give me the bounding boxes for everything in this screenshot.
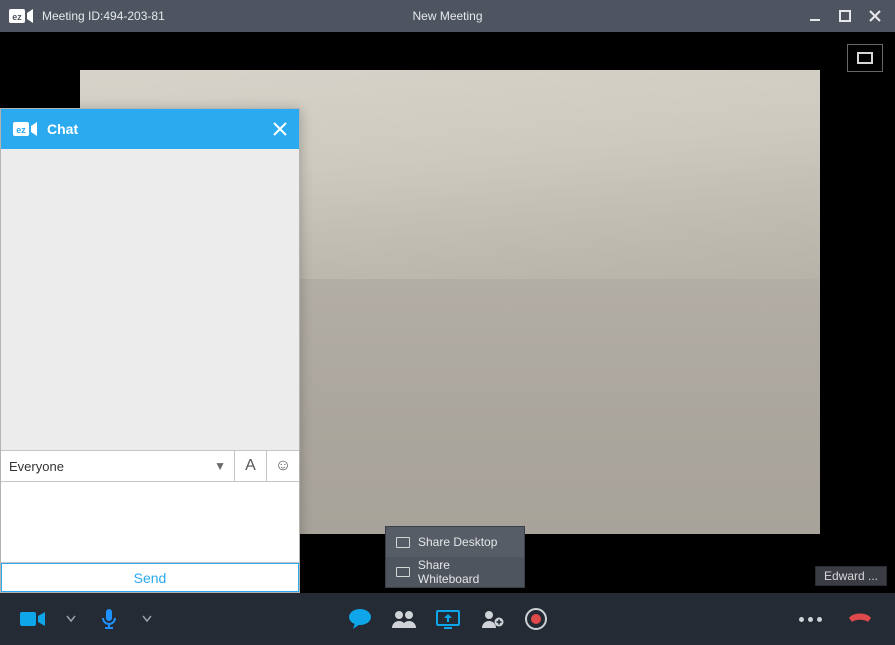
open-chat-button[interactable] [347,606,373,632]
svg-text:ez: ez [12,12,22,22]
chat-send-button[interactable]: Send [1,563,299,592]
fullscreen-button[interactable] [847,44,883,72]
share-whiteboard-item[interactable]: Share Whiteboard [386,557,524,587]
chat-recipient-dropdown[interactable]: Everyone ▼ [1,451,235,481]
chat-header: ez Chat [1,109,299,149]
share-desktop-item[interactable]: Share Desktop [386,527,524,557]
window-controls [807,8,883,24]
chat-send-row: Send [1,562,299,592]
share-desktop-label: Share Desktop [418,535,497,549]
emoji-icon: ☺ [275,457,291,475]
end-call-button[interactable] [847,606,873,632]
toolbar-center [347,606,549,632]
record-icon [525,608,547,630]
mic-options-caret[interactable] [134,606,160,632]
chat-emoji-button[interactable]: ☺ [267,451,299,481]
chat-input[interactable] [1,482,299,562]
close-window-button[interactable] [867,8,883,24]
share-whiteboard-label: Share Whiteboard [418,558,514,586]
participant-name-badge[interactable]: Edward ... [815,566,887,586]
desktop-icon [396,537,410,548]
font-icon: A [245,457,256,475]
chat-panel: ez Chat Everyone ▼ A ☺ Send [0,108,300,593]
svg-text:ez: ez [16,125,26,135]
share-menu: Share Desktop Share Whiteboard [385,526,525,588]
chat-font-button[interactable]: A [235,451,267,481]
chat-recipient-row: Everyone ▼ A ☺ [1,450,299,482]
toolbar-right [797,606,895,632]
more-icon [799,617,822,622]
record-button[interactable] [523,606,549,632]
titlebar: ez Meeting ID:494-203-81 New Meeting [0,0,895,32]
chat-app-icon: ez [13,120,39,138]
chat-message-list[interactable] [1,149,299,450]
maximize-button[interactable] [837,8,853,24]
minimize-button[interactable] [807,8,823,24]
participants-button[interactable] [391,606,417,632]
fullscreen-icon [857,52,873,64]
toggle-video-button[interactable] [20,606,46,632]
app-logo-icon: ez [8,6,36,26]
chat-close-button[interactable] [273,122,287,136]
toggle-mic-button[interactable] [96,606,122,632]
app-window: ez Meeting ID:494-203-81 New Meeting [0,0,895,645]
participant-name-text: Edward ... [824,569,878,583]
invite-button[interactable] [479,606,505,632]
camera-options-caret[interactable] [58,606,84,632]
chat-recipient-value: Everyone [9,459,64,474]
toolbar-left [0,606,160,632]
whiteboard-icon [396,567,410,577]
chat-title: Chat [47,121,78,137]
share-screen-button[interactable] [435,606,461,632]
meeting-id-label: Meeting ID:494-203-81 [42,9,165,23]
more-options-button[interactable] [797,606,823,632]
chevron-down-icon: ▼ [214,459,226,473]
bottom-toolbar [0,593,895,645]
